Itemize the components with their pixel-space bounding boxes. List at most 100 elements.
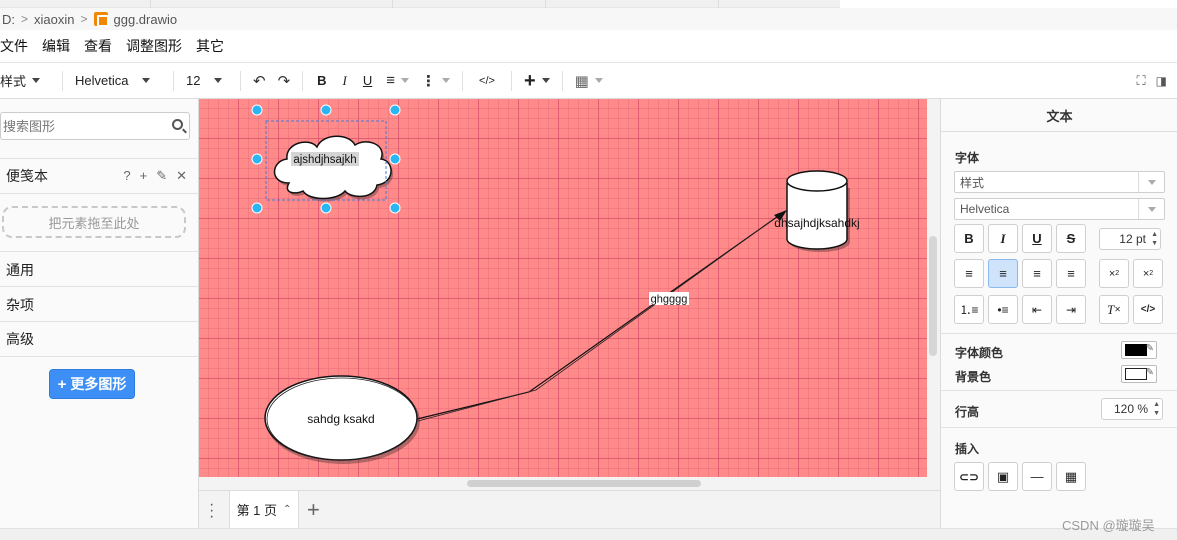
bold-icon[interactable]: B (309, 63, 334, 98)
cloud-shape[interactable]: ajshdjhsajkh (273, 135, 394, 202)
stepper-arrows-icon[interactable]: ▲ ▼ (1153, 400, 1160, 418)
font-size-stepper[interactable]: 12 pt ▲ ▼ (1099, 228, 1161, 250)
pages-menu-icon[interactable]: · · · (209, 497, 214, 525)
format-more-dropdown[interactable]: ⋮ (415, 63, 456, 98)
search-icon[interactable] (172, 119, 183, 130)
drawio-file-icon (93, 12, 109, 27)
palette-general[interactable]: 通用 (0, 251, 199, 287)
menu-file[interactable]: 文件 (0, 36, 28, 56)
breadcrumb-folder[interactable]: xiaoxin (34, 12, 74, 27)
chevron-right-icon: > (21, 12, 29, 26)
underline-icon[interactable]: U (355, 63, 380, 98)
toggle-panel-icon[interactable]: ◨ (1156, 74, 1167, 88)
strikethrough-icon[interactable]: S (1056, 224, 1086, 253)
search-input[interactable] (1, 113, 161, 139)
superscript-icon[interactable]: × 2 (1133, 259, 1163, 288)
cylinder-text: dhsajhdjksahdkj (774, 216, 859, 230)
italic-icon[interactable]: I (988, 224, 1018, 253)
cloud-text: ajshdjhsajkh (293, 154, 356, 166)
horizontal-rule-icon[interactable]: — (1022, 462, 1052, 491)
cylinder-shape[interactable]: dhsajhdjksahdkj (774, 170, 860, 252)
csdn-watermark: CSDN @璇璇吴 (1062, 518, 1155, 533)
line-height-stepper[interactable]: 120 % ▲ ▼ (1101, 398, 1163, 420)
redo-icon[interactable]: ↷ (272, 63, 297, 98)
font-size-dropdown[interactable]: 12 (180, 63, 234, 98)
vertical-scrollbar[interactable] (929, 236, 937, 356)
link-icon[interactable]: ⊂⊃ (954, 462, 984, 491)
numbered-list-icon[interactable]: ⒈≡ (954, 295, 984, 324)
background-color-label: 背景色 (955, 370, 992, 384)
more-shapes-button[interactable]: + 更多图形 (49, 369, 135, 399)
clear-format-icon[interactable]: T ✕ (1099, 295, 1129, 324)
caret-down-icon (1138, 172, 1164, 192)
style-dropdown[interactable]: 样式 (0, 63, 56, 98)
page-tab-1[interactable]: 第 1 页 ⌃ (229, 491, 299, 528)
stepper-arrows-icon[interactable]: ▲ ▼ (1151, 230, 1158, 248)
font-color-label: 字体颜色 (955, 346, 1004, 360)
fullscreen-icon[interactable]: ⛶ (1137, 73, 1146, 89)
caret-down-icon (541, 78, 550, 83)
chevron-up-icon[interactable]: ⌃ (283, 504, 291, 515)
caret-down-icon (142, 78, 151, 83)
horizontal-scrollbar[interactable] (467, 480, 701, 487)
align-left-icon: ≡ (386, 72, 396, 89)
table-icon[interactable]: ▦ (1056, 462, 1086, 491)
edit-pencil-icon[interactable]: ✎ (156, 168, 167, 184)
background-color-swatch[interactable]: ✎ (1121, 365, 1157, 383)
html-code-icon[interactable]: </> (1133, 295, 1163, 324)
align-justify-icon[interactable]: ≡ (1056, 259, 1086, 288)
page-tab-label: 第 1 页 (236, 503, 278, 518)
plus-icon: + (523, 69, 536, 92)
font-style-select[interactable]: 样式 (954, 171, 1165, 193)
bullet-list-icon[interactable]: •≡ (988, 295, 1018, 324)
line-height-value: 120 % (1113, 402, 1148, 416)
edge-label[interactable]: ghgggg (649, 292, 689, 306)
font-family-select[interactable]: Helvetica (954, 198, 1165, 220)
insert-dropdown[interactable]: + (518, 63, 556, 98)
indent-icon[interactable]: ⇥ (1056, 295, 1086, 324)
connector-edge[interactable] (416, 210, 787, 422)
canvas-area[interactable]: ghgggg sahdg ksakd dhsajhdjksahdkj ajshd… (199, 99, 940, 490)
breadcrumb-drive[interactable]: D: (2, 12, 15, 27)
outdent-icon[interactable]: ⇤ (1022, 295, 1052, 324)
image-icon[interactable]: ▣ (988, 462, 1018, 491)
scratchpad-header[interactable]: 便笺本 ? + ✎ ✕ (0, 158, 199, 194)
italic-icon[interactable]: I (335, 63, 355, 98)
add-page-icon[interactable]: + (307, 497, 320, 523)
menu-edit[interactable]: 编辑 (42, 36, 70, 56)
underline-icon[interactable]: U (1022, 224, 1052, 253)
add-icon[interactable]: + (140, 168, 148, 184)
font-color-swatch[interactable]: ✎ (1121, 341, 1157, 359)
caret-down-icon (32, 78, 41, 83)
undo-icon[interactable]: ↶ (247, 63, 272, 98)
breadcrumb: D: > xiaoxin > ggg.drawio (0, 8, 1177, 30)
align-dropdown[interactable]: ≡ (380, 63, 415, 98)
align-center-icon[interactable]: ≡ (988, 259, 1018, 288)
divider (941, 427, 1177, 428)
menu-view[interactable]: 查看 (84, 36, 112, 56)
format-panel-tab-text[interactable]: 文本 (941, 99, 1177, 132)
font-family-dropdown[interactable]: Helvetica (69, 63, 167, 98)
menu-extras[interactable]: 其它 (196, 36, 224, 56)
align-left-icon[interactable]: ≡ (954, 259, 984, 288)
more-shapes-label: 更多图形 (70, 376, 127, 392)
close-icon[interactable]: ✕ (176, 168, 187, 184)
help-icon[interactable]: ? (123, 168, 130, 184)
palette-advanced[interactable]: 高级 (0, 321, 199, 357)
font-style-value: 样式 (960, 175, 985, 190)
breadcrumb-file[interactable]: ggg.drawio (114, 12, 178, 27)
table-dropdown[interactable]: ▦ (569, 63, 609, 98)
menu-arrange[interactable]: 调整图形 (126, 36, 182, 56)
align-right-icon[interactable]: ≡ (1022, 259, 1052, 288)
ellipse-shape[interactable]: sahdg ksakd (264, 375, 420, 464)
page-tabs-bar: · · · 第 1 页 ⌃ + (199, 490, 940, 528)
subscript-icon[interactable]: × 2 (1099, 259, 1129, 288)
scratchpad-dropzone[interactable]: 把元素拖至此处 (2, 206, 186, 238)
insert-label: 插入 (955, 442, 980, 456)
font-size-label: 12 (186, 73, 201, 88)
ellipse-text: sahdg ksakd (307, 412, 374, 426)
palette-misc[interactable]: 杂项 (0, 286, 199, 322)
code-icon[interactable]: </> (469, 63, 505, 98)
bold-icon[interactable]: B (954, 224, 984, 253)
pencil-icon: ✎ (1145, 367, 1154, 378)
